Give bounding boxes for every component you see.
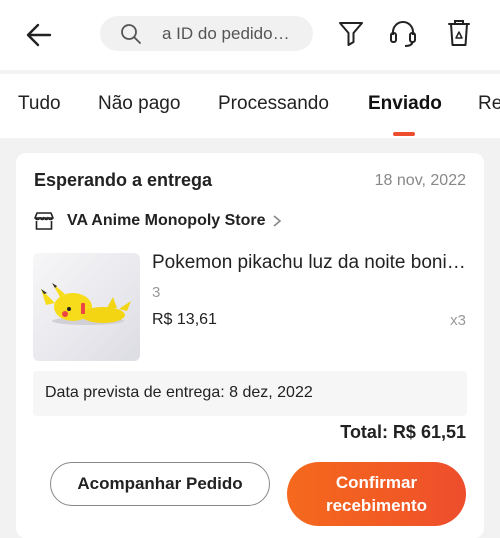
chevron-right-icon: [272, 214, 282, 228]
product-variant: 3: [152, 284, 161, 301]
filter-button[interactable]: [334, 16, 368, 50]
tab-unpaid[interactable]: Não pago: [98, 93, 180, 115]
headset-icon: [390, 21, 416, 47]
search-bar[interactable]: [100, 16, 313, 51]
tab-all[interactable]: Tudo: [18, 93, 61, 115]
track-order-button[interactable]: Acompanhar Pedido: [50, 462, 270, 506]
confirm-receipt-button[interactable]: Confirmar recebimento: [287, 462, 466, 526]
tab-processing[interactable]: Processando: [218, 93, 329, 115]
order-total: Total: R$ 61,51: [340, 422, 466, 442]
delivery-estimate-text: Data prevista de entrega: 8 dez, 2022: [45, 384, 313, 401]
order-status: Esperando a entrega: [34, 170, 213, 190]
order-date: 18 nov, 2022: [374, 172, 466, 189]
product-image[interactable]: [33, 253, 140, 361]
product-name[interactable]: Pokemon pikachu luz da noite boni…: [152, 252, 470, 274]
active-tab-indicator: [393, 132, 415, 136]
product-quantity: x3: [450, 312, 466, 329]
tab-received[interactable]: Re: [478, 93, 500, 115]
arrow-left-icon: [26, 23, 52, 47]
order-tabs: Tudo Não pago Processando Enviado Re: [0, 74, 500, 138]
search-input[interactable]: [162, 19, 302, 48]
product-price: R$ 13,61: [152, 311, 217, 328]
delivery-estimate: Data prevista de entrega: 8 dez, 2022: [33, 371, 467, 416]
recycle-bin-button[interactable]: [442, 16, 476, 50]
store-link[interactable]: VA Anime Monopoly Store: [33, 209, 282, 233]
search-icon: [121, 24, 141, 44]
shop-icon: [34, 212, 54, 230]
tab-shipped[interactable]: Enviado: [368, 93, 442, 115]
back-button[interactable]: [22, 18, 56, 52]
store-name: VA Anime Monopoly Store: [67, 212, 266, 229]
support-button[interactable]: [386, 16, 420, 50]
order-card[interactable]: Esperando a entrega 18 nov, 2022 VA Anim…: [16, 153, 484, 538]
recycle-bin-icon: [448, 20, 470, 46]
top-bar: [0, 0, 500, 70]
funnel-icon: [339, 22, 363, 46]
pikachu-night-light-image: [41, 283, 131, 325]
